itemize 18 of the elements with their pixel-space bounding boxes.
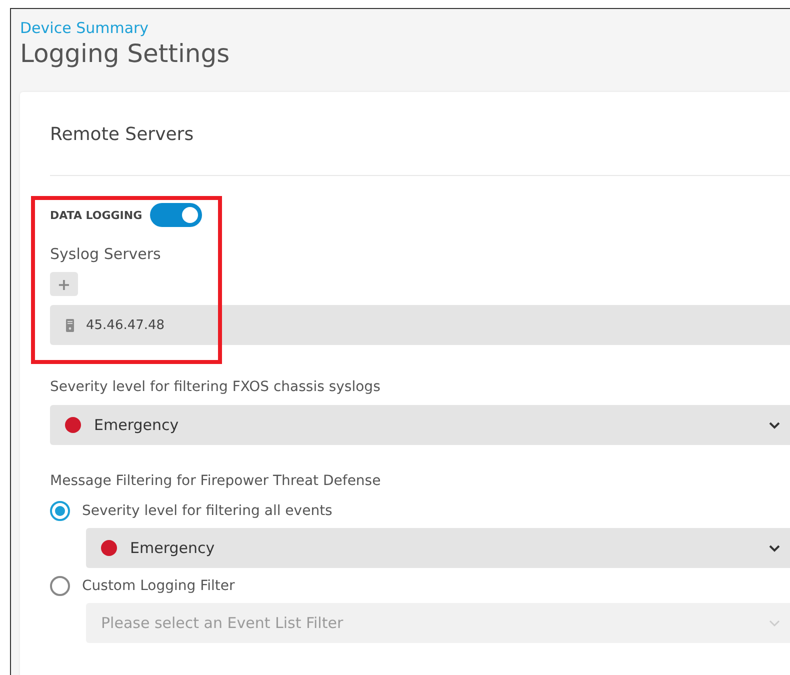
radio-label: Severity level for filtering all events bbox=[82, 503, 332, 519]
severity-dropdown[interactable]: Emergency bbox=[86, 528, 790, 568]
radio-label: Custom Logging Filter bbox=[82, 578, 235, 594]
data-logging-label: DATA LOGGING bbox=[50, 208, 142, 222]
chevron-down-icon bbox=[769, 422, 780, 428]
chevron-down-icon bbox=[769, 620, 780, 626]
message-filtering-label: Message Filtering for Firepower Threat Defense bbox=[50, 473, 382, 489]
section-title: Remote Servers bbox=[50, 124, 195, 145]
severity-dropdown[interactable]: Emergency bbox=[50, 405, 790, 445]
radio-button[interactable] bbox=[50, 501, 70, 521]
syslog-servers-label: Syslog Servers bbox=[50, 245, 162, 263]
chevron-down-icon bbox=[769, 544, 780, 552]
toggle-switch[interactable] bbox=[150, 203, 202, 227]
server-icon bbox=[66, 318, 74, 332]
server-row[interactable]: 45.46.47.48 bbox=[50, 305, 790, 345]
page-title: Logging Settings bbox=[20, 39, 231, 68]
fxos-severity-label: Severity level for filtering FXOS chassis syslogs bbox=[50, 379, 382, 395]
server-address: 45.46.47.48 bbox=[86, 318, 165, 332]
